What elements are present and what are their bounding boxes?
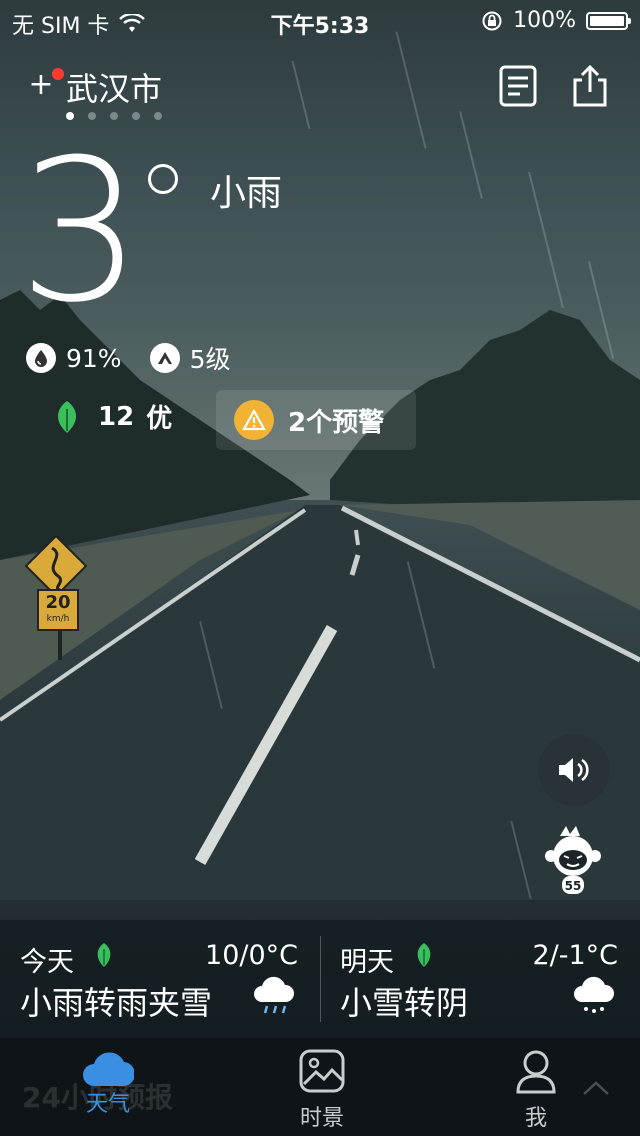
tab-weather[interactable]: 天气 — [48, 1048, 168, 1118]
forecast-panel: 今天 10/0°C 小雨转雨夹雪 明天 2/-1°C 小雪转阴 — [0, 920, 640, 1038]
air-quality[interactable]: 12 优 — [52, 398, 172, 435]
header: + 武汉市 — [0, 56, 640, 126]
forecast-description: 小雪转阴 — [340, 984, 469, 1022]
battery-icon — [586, 11, 631, 30]
forecast-description: 小雨转雨夹雪 — [20, 984, 213, 1022]
tab-label: 我 — [524, 1106, 547, 1131]
weather-warning-button[interactable]: 2个预警 — [216, 390, 416, 450]
forecast-today[interactable]: 今天 10/0°C 小雨转雨夹雪 — [0, 920, 320, 1038]
snow-cloud-icon — [574, 976, 615, 1013]
chevron-up-icon[interactable] — [582, 1080, 610, 1096]
road-sign-unit: km/h — [46, 614, 70, 624]
wind-value: 5级 — [189, 345, 231, 374]
leaf-icon — [417, 943, 431, 967]
forecast-temp-range: 2/-1°C — [532, 940, 618, 971]
share-icon[interactable] — [570, 64, 610, 108]
forecast-tomorrow[interactable]: 明天 2/-1°C 小雪转阴 — [320, 920, 640, 1038]
tab-label: 天气 — [85, 1092, 130, 1117]
road-sign-speed: 20 — [45, 592, 71, 613]
current-condition: 小雨 — [210, 173, 283, 214]
rain-cloud-icon — [254, 976, 295, 1014]
degree-symbol — [148, 164, 178, 194]
page-dot — [154, 112, 162, 120]
cloud-icon — [83, 1052, 136, 1087]
picture-icon — [299, 1049, 345, 1093]
notification-dot — [52, 68, 64, 80]
status-bar: 无 SIM 卡 下午5:33 100% — [0, 0, 640, 40]
current-temperature: 3 — [18, 118, 143, 346]
tab-me[interactable]: 我 — [476, 1048, 596, 1132]
mascot-icon[interactable]: 55 — [540, 826, 606, 898]
svg-text:55: 55 — [565, 879, 582, 893]
weather-stats: 91% 5级 — [26, 340, 230, 376]
leaf-icon — [57, 400, 77, 433]
aqi-value: 12 — [98, 401, 135, 432]
wind-icon — [149, 343, 180, 373]
city-name[interactable]: 武汉市 — [66, 64, 162, 110]
humidity-value: 91% — [66, 343, 122, 373]
forecast-day: 明天 — [340, 947, 394, 978]
aqi-level: 优 — [146, 404, 173, 434]
warning-icon — [234, 400, 274, 440]
voice-broadcast-button[interactable] — [538, 734, 610, 806]
tab-label: 时景 — [299, 1106, 344, 1131]
user-icon — [516, 1050, 556, 1094]
battery-percent: 100% — [513, 8, 576, 33]
news-icon[interactable] — [498, 64, 538, 108]
leaf-icon — [97, 943, 111, 967]
tab-scenery[interactable]: 时景 — [262, 1048, 382, 1132]
forecast-day: 今天 — [20, 947, 74, 978]
forecast-temp-range: 10/0°C — [205, 940, 298, 971]
rotation-lock-icon — [482, 11, 502, 30]
humidity-icon — [26, 343, 56, 373]
speaker-icon — [559, 758, 589, 782]
warning-text: 2个预警 — [288, 407, 385, 438]
tab-bar: 24小时预报 天气 时景 我 — [0, 1038, 640, 1136]
